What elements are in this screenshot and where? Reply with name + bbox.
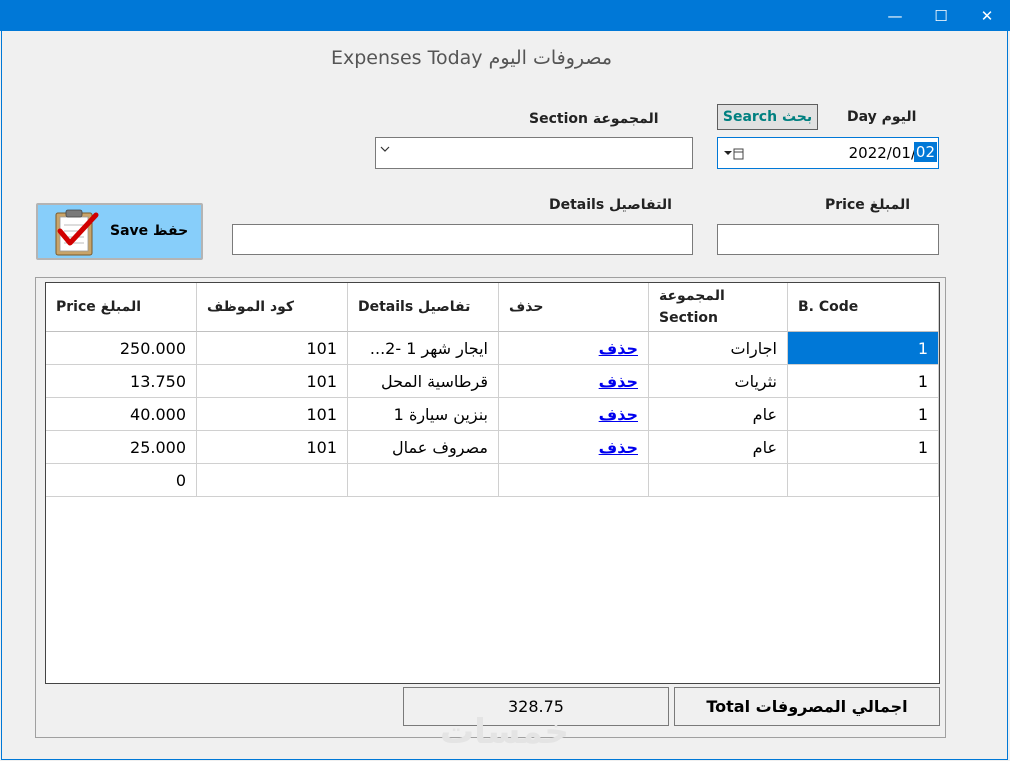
cell-section[interactable]: عام: [649, 398, 788, 431]
header-section-line2: Section: [659, 310, 718, 326]
cell-employee-code[interactable]: 101: [197, 398, 348, 431]
maximize-icon: ☐: [934, 6, 948, 25]
cell-employee-code[interactable]: 101: [197, 332, 348, 365]
expenses-grid[interactable]: B. Code المجموعة Section حذف تفاصيل Deta…: [45, 282, 940, 684]
cell-details[interactable]: قرطاسية المحل: [348, 365, 499, 398]
cell-bcode[interactable]: 1: [788, 332, 939, 365]
cell-employee-code[interactable]: 101: [197, 431, 348, 464]
close-button[interactable]: ✕: [964, 0, 1010, 31]
cell-price[interactable]: 0: [46, 464, 197, 497]
price-label: المبلغ Price: [825, 197, 911, 213]
cell-employee-code[interactable]: 101: [197, 365, 348, 398]
delete-link[interactable]: حذف: [599, 339, 638, 358]
maximize-button[interactable]: ☐: [918, 0, 964, 31]
cell-details[interactable]: مصروف عمال: [348, 431, 499, 464]
cell-bcode[interactable]: [788, 464, 939, 497]
search-button[interactable]: بحث Search: [717, 104, 818, 130]
save-button[interactable]: حفظ Save: [36, 203, 203, 260]
header-details[interactable]: تفاصيل Details: [348, 283, 499, 332]
cell-details[interactable]: [348, 464, 499, 497]
close-icon: ✕: [980, 6, 994, 25]
cell-details[interactable]: ايجار شهر 1 -2...: [348, 332, 499, 365]
cell-delete[interactable]: حذف: [499, 365, 649, 398]
day-label: اليوم Day: [847, 109, 917, 125]
cell-section[interactable]: [649, 464, 788, 497]
price-input[interactable]: [717, 224, 939, 255]
cell-delete[interactable]: حذف: [499, 332, 649, 365]
watermark-logo: خمسات: [440, 712, 569, 752]
section-label: المجموعة Section: [529, 111, 659, 127]
cell-bcode[interactable]: 1: [788, 398, 939, 431]
cell-section[interactable]: نثريات: [649, 365, 788, 398]
delete-link[interactable]: حذف: [599, 438, 638, 457]
header-price[interactable]: المبلغ Price: [46, 283, 197, 332]
details-input[interactable]: [232, 224, 693, 255]
total-label: اجمالي المصروفات Total: [674, 687, 940, 726]
day-date-picker[interactable]: 2022/01/ 02: [717, 137, 939, 169]
date-day-segment[interactable]: 02: [913, 142, 937, 162]
date-value: 2022/01/: [848, 144, 916, 162]
title-bar: — ☐ ✕: [0, 0, 1010, 31]
section-combobox[interactable]: [375, 137, 693, 169]
cell-details[interactable]: بنزين سيارة 1: [348, 398, 499, 431]
minimize-icon: —: [887, 6, 903, 25]
header-delete[interactable]: حذف: [499, 283, 649, 332]
header-section[interactable]: المجموعة Section: [649, 283, 788, 332]
delete-link[interactable]: حذف: [599, 372, 638, 391]
cell-section[interactable]: اجارات: [649, 332, 788, 365]
clipboard-check-icon: [50, 205, 102, 263]
cell-section[interactable]: عام: [649, 431, 788, 464]
header-section-line1: المجموعة: [659, 287, 725, 304]
cell-price[interactable]: 25.000: [46, 431, 197, 464]
details-label: التفاصيل Details: [549, 197, 672, 213]
cell-employee-code[interactable]: [197, 464, 348, 497]
minimize-button[interactable]: —: [872, 0, 918, 31]
header-bcode[interactable]: B. Code: [788, 283, 939, 332]
form-title: مصروفات اليوم Expenses Today: [331, 47, 613, 69]
cell-price[interactable]: 13.750: [46, 365, 197, 398]
cell-price[interactable]: 250.000: [46, 332, 197, 365]
cell-bcode[interactable]: 1: [788, 365, 939, 398]
cell-bcode[interactable]: 1: [788, 431, 939, 464]
chevron-down-icon: [380, 144, 390, 157]
save-button-label: حفظ Save: [110, 223, 189, 239]
header-employee-code[interactable]: كود الموظف: [197, 283, 348, 332]
calendar-dropdown-icon: [724, 146, 744, 165]
cell-price[interactable]: 40.000: [46, 398, 197, 431]
cell-delete[interactable]: حذف: [499, 431, 649, 464]
delete-link[interactable]: حذف: [599, 405, 638, 424]
cell-delete[interactable]: حذف: [499, 398, 649, 431]
cell-delete[interactable]: [499, 464, 649, 497]
